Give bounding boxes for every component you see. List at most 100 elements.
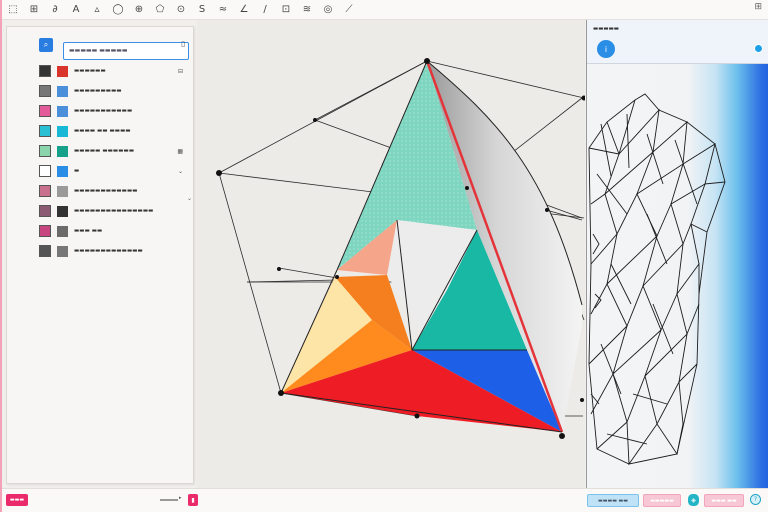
layer-thumbnail[interactable] <box>39 65 51 77</box>
shape-tool-icon[interactable]: ⊕ <box>130 2 148 18</box>
geometry-drawing <box>216 58 586 439</box>
text-tool-icon[interactable]: A <box>67 2 85 18</box>
layer-row[interactable]: ▬▬▬▬▬▬ ⊟ <box>39 61 191 81</box>
vertex-point[interactable] <box>545 208 549 212</box>
grid-tool-icon[interactable]: ⊞ <box>25 2 43 18</box>
preview-header: ▬▬▬▬▬ i <box>587 20 768 64</box>
search-icon: ⌕ <box>43 40 49 49</box>
top-toolbar: ⬚ ⊞ ∂ A ▵ ◯ ⊕ ⬠ ⊙ S ≈ ∠ / ⊡ ≋ ◎ ⟋ ⊞ <box>2 0 768 20</box>
layer-color-swatch[interactable] <box>57 225 68 237</box>
layer-color-swatch[interactable] <box>57 145 68 157</box>
layer-thumbnail[interactable] <box>39 165 51 177</box>
layer-label: ▬▬▬▬▬▬▬▬▬▬▬▬▬ <box>74 248 143 254</box>
zoom-slider[interactable] <box>160 499 178 501</box>
vertex-point[interactable] <box>414 413 420 419</box>
chevron-right-icon[interactable]: ▸ <box>179 495 182 501</box>
app-window: ⬚⊞∂A▵◯⊕⬠⊙S≈∠/⊡≋◎⟋⊞ ⌕ ▯ ▬▬▬▬▬▬⊟▬▬▬▬▬▬▬▬▬▬… <box>0 0 768 512</box>
wireframe-mesh <box>588 93 726 466</box>
status-bar: ▬▬▬ ▸ ▮ ▬▬▬▬ ▬▬ ▬▬▬▬▬ ◈ ▬▬▬ ▬▬ ? <box>2 488 768 512</box>
vertex-point[interactable] <box>424 58 430 64</box>
layer-row[interactable]: ▬▬▬▬▬▬▬▬▬▬▬▬ <box>39 181 191 201</box>
layers-panel: ⌕ ▯ ▬▬▬▬▬▬⊟▬▬▬▬▬▬▬▬▬▬▬▬▬▬▬▬▬▬▬▬▬▬▬▬ ▬▬ ▬… <box>6 26 194 502</box>
layer-thumbnail[interactable] <box>39 105 51 117</box>
chevron-down-icon[interactable]: ▯ <box>181 40 185 48</box>
layer-list: ▬▬▬▬▬▬ ⊟ ▬▬▬▬▬▬▬▬▬ ▬▬▬▬▬▬▬▬▬▬▬ ▬▬▬▬ ▬▬ ▬▬▬▬ ▬… <box>39 61 191 261</box>
help-icon[interactable]: ? <box>750 494 761 505</box>
layer-row[interactable]: ▬▬▬▬▬▬▬▬▬▬▬ <box>39 101 191 121</box>
vertex-point[interactable] <box>313 118 317 122</box>
select-tool-icon[interactable]: ⬚ <box>4 2 22 18</box>
vertex-tool-icon[interactable]: ⊙ <box>172 2 190 18</box>
layer-options-icon[interactable]: ▦ <box>177 148 183 155</box>
layer-row[interactable]: ▬ ⌄ <box>39 161 191 181</box>
share-button[interactable]: ▬▬▬ ▬▬ <box>704 494 744 507</box>
ruler-tool-icon[interactable]: ≋ <box>298 2 316 18</box>
vertex-point[interactable] <box>559 433 565 439</box>
search-field-wrap: ▯ <box>63 37 189 60</box>
line-tool-icon[interactable]: / <box>256 2 274 18</box>
node-tool-icon[interactable]: ◎ <box>319 2 337 18</box>
triangle-tool-icon[interactable]: ▵ <box>88 2 106 18</box>
layer-color-swatch[interactable] <box>57 245 68 257</box>
layer-row[interactable]: ▬▬▬▬▬ ▬▬▬▬▬▬ ▦ <box>39 141 191 161</box>
drawing-canvas[interactable] <box>197 20 585 488</box>
layer-label: ▬▬▬▬▬ ▬▬▬▬▬▬ <box>74 148 135 154</box>
export-button[interactable]: ▬▬▬▬▬ <box>643 494 681 507</box>
measure-tool-icon[interactable]: ⊡ <box>277 2 295 18</box>
layer-label: ▬▬▬▬▬▬▬▬▬▬▬▬▬▬▬ <box>74 208 154 214</box>
preview-panel: ▬▬▬▬▬ i <box>586 20 768 488</box>
scroll-down-icon[interactable]: ⌄ <box>187 195 192 202</box>
layer-color-swatch[interactable] <box>57 185 68 197</box>
preview-title: ▬▬▬▬▬ <box>593 26 619 32</box>
pen-tool-icon[interactable]: ⟋ <box>340 2 358 18</box>
zoom-button[interactable]: ▬▬▬▬ ▬▬ <box>587 494 639 507</box>
layer-label: ▬▬▬▬▬▬▬▬▬ <box>74 88 122 94</box>
layer-label: ▬▬▬▬▬▬▬▬▬▬▬ <box>74 108 133 114</box>
curve-tool-icon[interactable]: S <box>193 2 211 18</box>
layer-options-icon[interactable]: ⊟ <box>178 68 183 75</box>
layer-thumbnail[interactable] <box>39 85 51 97</box>
layer-row[interactable]: ▬▬▬▬▬▬▬▬▬▬▬▬▬▬▬ <box>39 201 191 221</box>
vertex-point[interactable] <box>580 398 584 402</box>
layers-icon[interactable]: ◈ <box>688 494 699 506</box>
angle-tool-icon[interactable]: ∠ <box>235 2 253 18</box>
layer-color-swatch[interactable] <box>57 105 68 117</box>
link-tool-icon[interactable]: ∂ <box>46 2 64 18</box>
vertex-point[interactable] <box>335 275 339 279</box>
circle-tool-icon[interactable]: ◯ <box>109 2 127 18</box>
search-button[interactable]: ⌕ <box>39 38 53 52</box>
freehand-tool-icon[interactable]: ≈ <box>214 2 232 18</box>
info-icon[interactable]: i <box>597 40 615 58</box>
layer-thumbnail[interactable] <box>39 245 51 257</box>
layer-thumbnail[interactable] <box>39 205 51 217</box>
layer-thumbnail[interactable] <box>39 225 51 237</box>
layer-color-swatch[interactable] <box>57 125 68 137</box>
search-input[interactable] <box>63 41 189 60</box>
layer-label: ▬▬▬ ▬▬ <box>74 228 103 234</box>
layer-label: ▬ <box>74 168 80 174</box>
layer-thumbnail[interactable] <box>39 125 51 137</box>
layer-row[interactable]: ▬▬▬ ▬▬ <box>39 221 191 241</box>
vertex-point[interactable] <box>465 186 469 190</box>
layer-row[interactable]: ▬▬▬▬▬▬▬▬▬ <box>39 81 191 101</box>
panel-toggle-icon[interactable]: ⊞ <box>754 2 762 12</box>
status-dot-icon[interactable] <box>754 44 763 53</box>
vertex-point[interactable] <box>216 170 222 176</box>
record-button[interactable]: ▮ <box>188 494 198 506</box>
layer-color-swatch[interactable] <box>57 65 68 77</box>
layer-color-swatch[interactable] <box>57 85 68 97</box>
vertex-point[interactable] <box>278 390 284 396</box>
layer-row[interactable]: ▬▬▬▬▬▬▬▬▬▬▬▬▬ <box>39 241 191 261</box>
layer-color-swatch[interactable] <box>57 205 68 217</box>
layer-row[interactable]: ▬▬▬▬ ▬▬ ▬▬▬▬ <box>39 121 191 141</box>
polygon-tool-icon[interactable]: ⬠ <box>151 2 169 18</box>
layer-options-icon[interactable]: ⌄ <box>178 168 183 175</box>
layer-thumbnail[interactable] <box>39 145 51 157</box>
vertex-point[interactable] <box>277 267 281 271</box>
vertex-point[interactable] <box>581 95 586 101</box>
layer-thumbnail[interactable] <box>39 185 51 197</box>
layer-color-swatch[interactable] <box>57 165 68 177</box>
mode-button[interactable]: ▬▬▬ <box>6 494 28 506</box>
layer-label: ▬▬▬▬▬▬ <box>74 68 106 74</box>
layer-label: ▬▬▬▬ ▬▬ ▬▬▬▬ <box>74 128 131 134</box>
